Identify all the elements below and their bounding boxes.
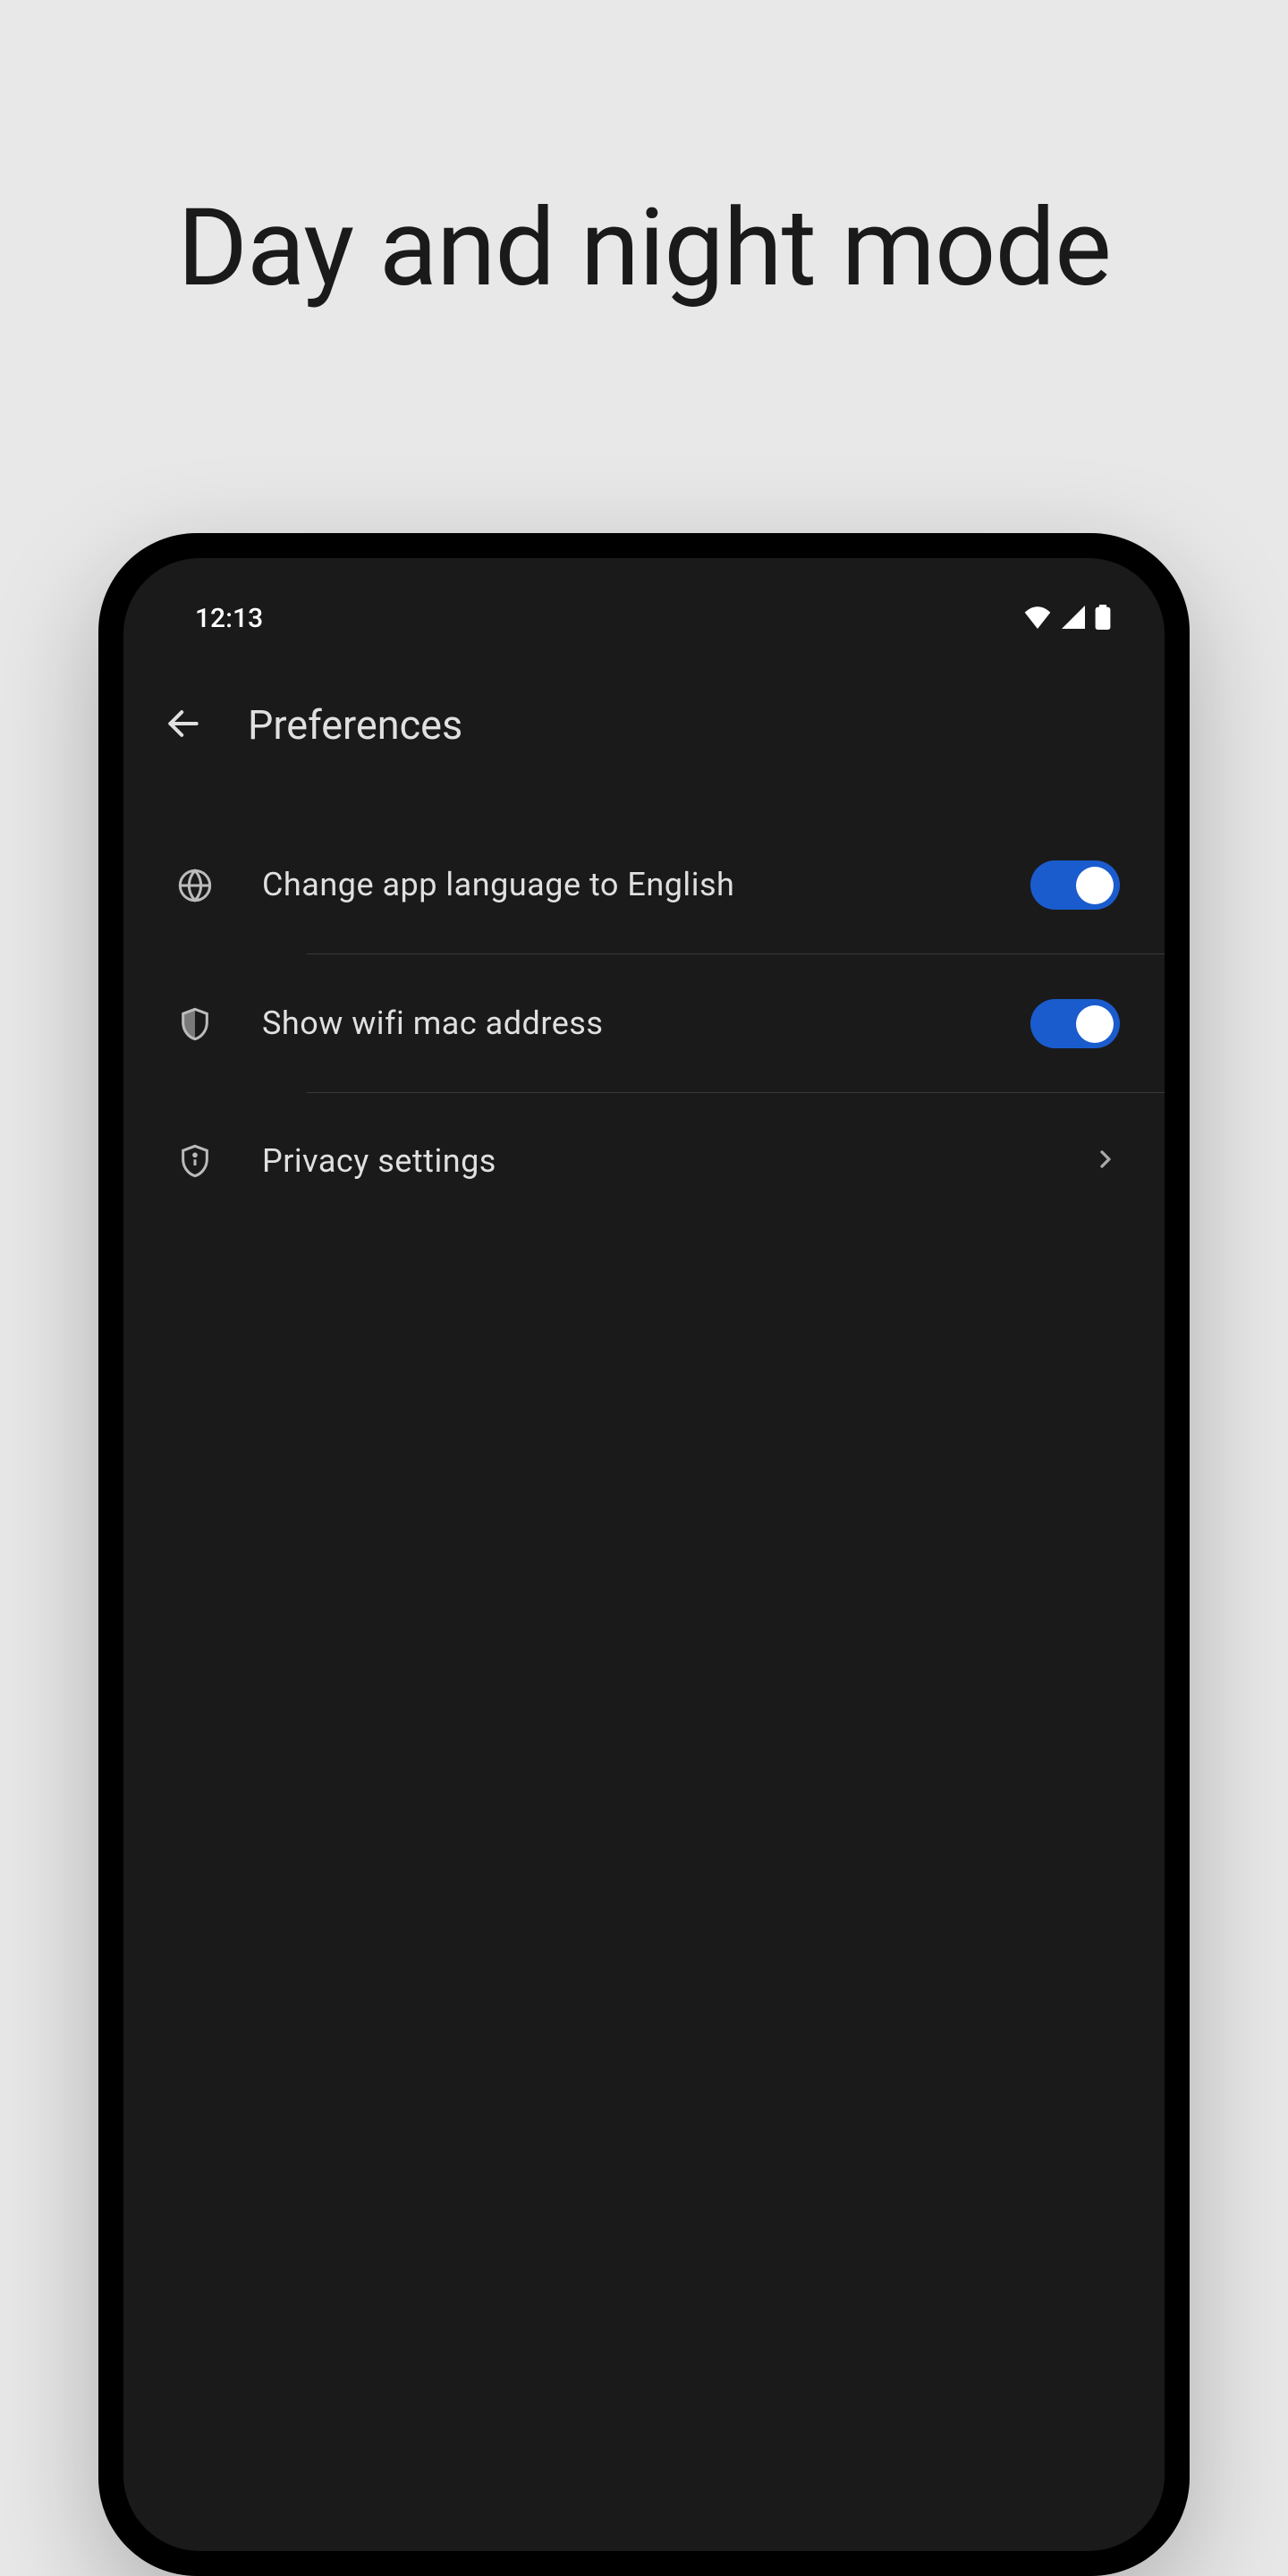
toggle-knob [1076, 867, 1114, 904]
settings-list: Change app language to English Show wifi… [123, 798, 1165, 1229]
wifi-icon [1023, 606, 1052, 632]
globe-icon [177, 868, 213, 903]
page-heading: Day and night mode [177, 179, 1111, 318]
app-title: Preferences [248, 701, 462, 749]
status-time: 12:13 [195, 603, 263, 634]
shield-info-icon [177, 1143, 213, 1179]
status-bar: 12:13 [123, 558, 1165, 652]
status-icons [1023, 605, 1111, 633]
back-arrow-icon[interactable] [164, 704, 203, 747]
phone-frame: 12:13 Preferences [98, 533, 1190, 2576]
signal-icon [1061, 606, 1086, 632]
setting-label: Privacy settings [262, 1138, 1042, 1184]
app-bar: Preferences [123, 652, 1165, 798]
setting-label: Show wifi mac address [262, 1000, 981, 1046]
setting-row-language[interactable]: Change app language to English [123, 816, 1165, 954]
toggle-knob [1076, 1005, 1114, 1043]
phone-screen: 12:13 Preferences [123, 558, 1165, 2551]
shield-icon [177, 1006, 213, 1042]
setting-row-mac[interactable]: Show wifi mac address [123, 954, 1165, 1093]
battery-icon [1095, 605, 1111, 633]
setting-label: Change app language to English [262, 861, 981, 908]
toggle-language[interactable] [1030, 860, 1120, 910]
toggle-mac[interactable] [1030, 999, 1120, 1048]
setting-row-privacy[interactable]: Privacy settings [123, 1093, 1165, 1229]
chevron-right-icon [1091, 1145, 1120, 1177]
